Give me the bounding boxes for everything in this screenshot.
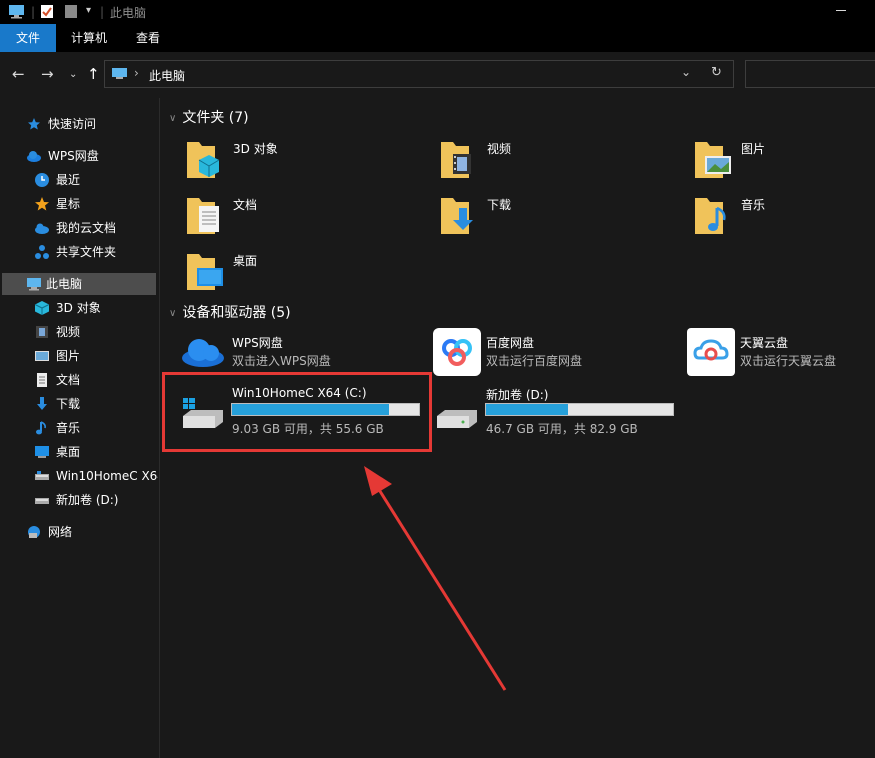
annotation-arrow <box>364 466 507 691</box>
